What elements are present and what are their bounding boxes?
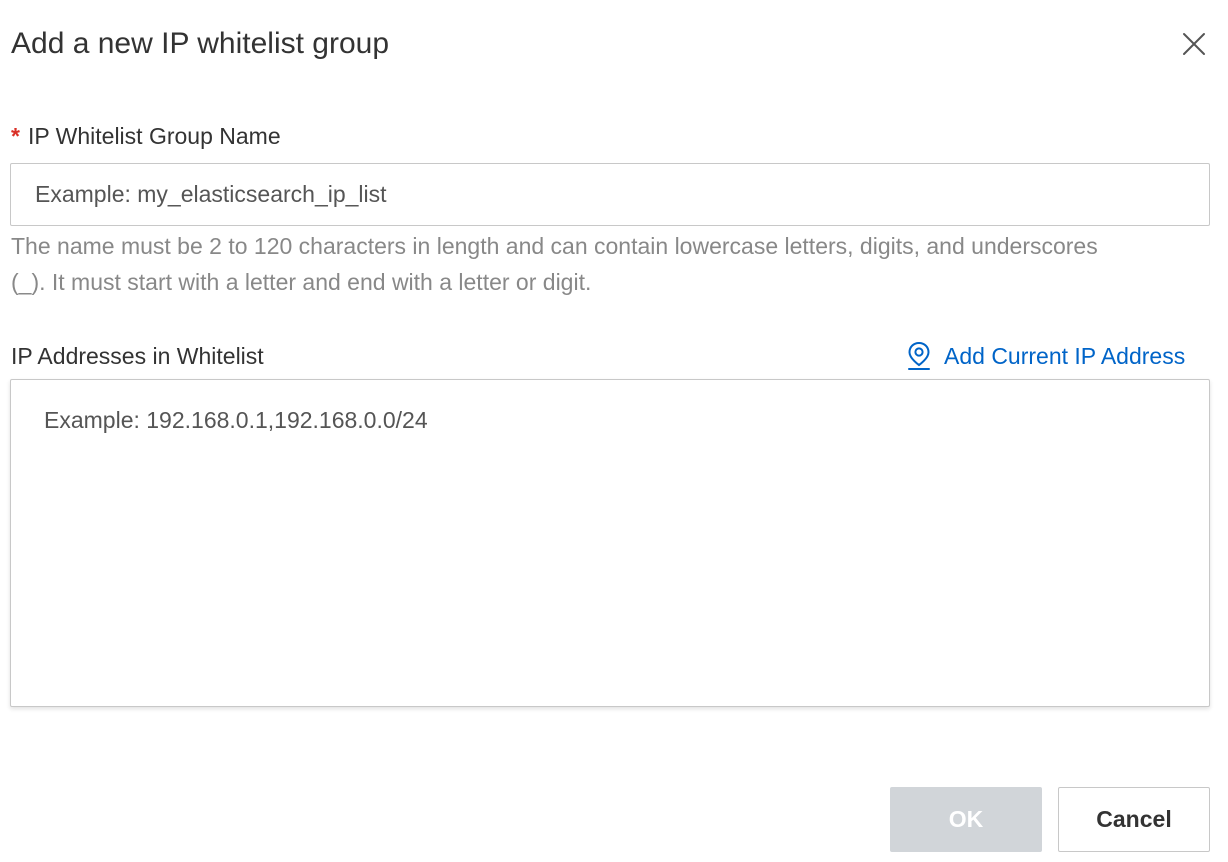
close-button[interactable] (1176, 26, 1212, 62)
cancel-button[interactable]: Cancel (1058, 787, 1210, 852)
ip-addresses-textarea[interactable] (10, 379, 1210, 707)
dialog-title: Add a new IP whitelist group (11, 27, 390, 60)
group-name-label: * IP Whitelist Group Name (11, 121, 281, 151)
group-name-input[interactable] (10, 163, 1210, 226)
location-pin-icon (908, 341, 930, 370)
required-mark: * (11, 123, 20, 149)
add-current-ip-link[interactable]: Add Current IP Address (906, 339, 1185, 373)
add-ip-whitelist-dialog: Add a new IP whitelist group * IP Whiteli… (0, 0, 1228, 862)
group-name-help-text: The name must be 2 to 120 characters in … (11, 233, 1098, 295)
ip-addresses-label: IP Addresses in Whitelist (11, 343, 264, 369)
ok-button[interactable]: OK (890, 787, 1042, 852)
close-icon (1183, 33, 1205, 55)
group-name-label-text: IP Whitelist Group Name (27, 123, 281, 149)
add-current-ip-label: Add Current IP Address (944, 342, 1186, 369)
